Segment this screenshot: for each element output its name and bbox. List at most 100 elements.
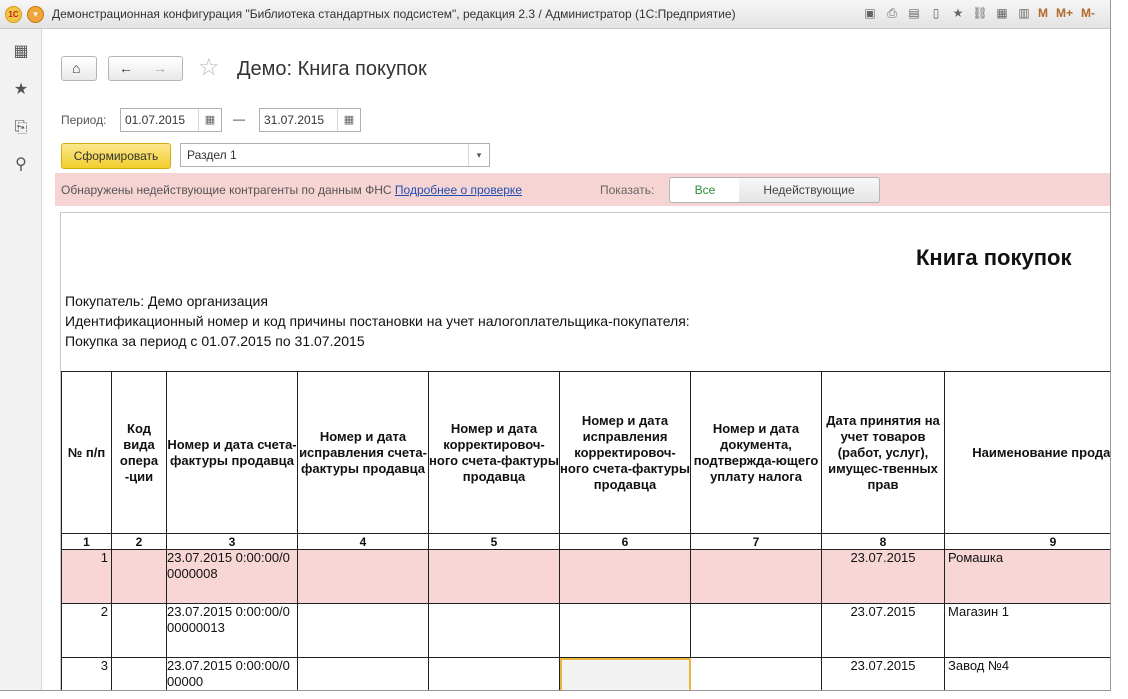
- operation-code-cell[interactable]: [111, 657, 167, 690]
- period-to-input[interactable]: 31.07.2015 ▦: [259, 108, 361, 132]
- table-cell[interactable]: [428, 603, 560, 658]
- app-window: 1С ▾ Демонстрационная конфигурация "Библ…: [0, 0, 1111, 691]
- filter-inactive-button[interactable]: Недействующие: [739, 177, 880, 203]
- seller-name-cell[interactable]: Ромашка: [944, 549, 1110, 604]
- column-header: № п/п: [61, 371, 112, 534]
- calculator-icon[interactable]: ▦: [994, 5, 1010, 21]
- inn-line: Идентификационный номер и код причины по…: [65, 313, 690, 329]
- invoice-cell[interactable]: 23.07.2015 0:00:00/000000: [166, 657, 298, 690]
- sidebar: ▦ ★ ⎘ ⚲: [0, 29, 42, 690]
- table-cell[interactable]: [690, 549, 822, 604]
- calendar-picker-icon[interactable]: ▦: [198, 109, 221, 131]
- column-number-row: 1 2 3 4 5 6 7 8 9: [61, 533, 1110, 550]
- seller-name-cell[interactable]: Завод №4: [944, 657, 1110, 690]
- table-header-row: № п/п Код вида опера -ции Номер и дата с…: [61, 371, 1110, 534]
- column-number: 3: [166, 533, 298, 550]
- period-from-value: 01.07.2015: [125, 113, 186, 127]
- memory-add-button[interactable]: M+: [1056, 5, 1073, 21]
- memory-subtract-button[interactable]: M-: [1081, 5, 1095, 21]
- apps-grid-icon[interactable]: ▦: [12, 43, 30, 61]
- column-header: Номер и дата исправления счета-фактуры п…: [297, 371, 429, 534]
- home-button[interactable]: ⌂: [61, 56, 97, 81]
- window-title: Демонстрационная конфигурация "Библиотек…: [52, 7, 736, 21]
- column-number: 4: [297, 533, 429, 550]
- warning-text-line: Обнаружены недействующие контрагенты по …: [61, 183, 522, 197]
- invoice-cell[interactable]: 23.07.2015 0:00:00/00000008: [166, 549, 298, 604]
- invoice-cell[interactable]: 23.07.2015 0:00:00/000000013: [166, 603, 298, 658]
- filter-all-button[interactable]: Все: [669, 177, 741, 203]
- warning-bar: Обнаружены недействующие контрагенты по …: [55, 173, 1110, 206]
- table-cell[interactable]: [297, 657, 429, 690]
- table-row[interactable]: 2 23.07.2015 0:00:00/000000013 23.07.201…: [61, 603, 1110, 658]
- column-header: Номер и дата счета-фактуры продавца: [166, 371, 298, 534]
- purchase-ledger-table: № п/п Код вида опера -ции Номер и дата с…: [61, 371, 1110, 690]
- operation-code-cell[interactable]: [111, 603, 167, 658]
- row-number[interactable]: 3: [61, 657, 112, 690]
- row-number[interactable]: 2: [61, 603, 112, 658]
- column-header: Номер и дата корректировоч-ного счета-фа…: [428, 371, 560, 534]
- accept-date-cell[interactable]: 23.07.2015: [821, 549, 945, 604]
- back-arrow-icon[interactable]: ←: [119, 60, 133, 76]
- warning-message: Обнаружены недействующие контрагенты по …: [61, 183, 392, 197]
- accept-date-cell[interactable]: 23.07.2015: [821, 603, 945, 658]
- chevron-down-icon[interactable]: ▾: [468, 144, 489, 166]
- history-icon[interactable]: ⎘: [12, 119, 30, 137]
- table-cell[interactable]: [690, 657, 822, 690]
- selected-cell[interactable]: [559, 657, 691, 690]
- check-details-link[interactable]: Подробнее о проверке: [395, 183, 522, 197]
- calendar-icon[interactable]: ▥: [1016, 5, 1032, 21]
- seller-name-cell[interactable]: Магазин 1: [944, 603, 1110, 658]
- title-bar: 1С ▾ Демонстрационная конфигурация "Библ…: [0, 0, 1110, 29]
- print-icon[interactable]: ⎙: [884, 5, 900, 21]
- column-number: 7: [690, 533, 822, 550]
- column-number: 6: [559, 533, 691, 550]
- table-cell[interactable]: [297, 549, 429, 604]
- table-cell[interactable]: [297, 603, 429, 658]
- period-from-input[interactable]: 01.07.2015 ▦: [120, 108, 222, 132]
- row-number[interactable]: 1: [61, 549, 112, 604]
- table-cell[interactable]: [690, 603, 822, 658]
- report-document: Книга покупок Покупатель: Демо организац…: [60, 212, 1110, 690]
- search-icon[interactable]: ⚲: [12, 156, 30, 174]
- file-icon[interactable]: ▯: [928, 5, 944, 21]
- period-to-value: 31.07.2015: [264, 113, 325, 127]
- main-menu-chevron-icon[interactable]: ▾: [27, 6, 44, 23]
- calendar-picker-icon[interactable]: ▦: [337, 109, 360, 131]
- buyer-line: Покупатель: Демо организация: [65, 293, 268, 309]
- period-label: Период:: [61, 113, 107, 127]
- favorite-add-icon[interactable]: ★: [950, 5, 966, 21]
- column-header: Номер и дата исправления корректировоч-н…: [559, 371, 691, 534]
- link-icon[interactable]: ⛓: [972, 5, 988, 21]
- table-cell[interactable]: [559, 549, 691, 604]
- favorite-star-icon[interactable]: ☆: [198, 55, 220, 81]
- column-header: Дата принятия на учет товаров (работ, ус…: [821, 371, 945, 534]
- period-line: Покупка за период с 01.07.2015 по 31.07.…: [65, 333, 365, 349]
- table-cell[interactable]: [428, 657, 560, 690]
- title-toolbar: ▣ ⎙ ▤ ▯ ★ ⛓ ▦ ▥ M M+ M-: [862, 5, 1103, 23]
- column-header: Код вида опера -ции: [111, 371, 167, 534]
- column-header: Наименование продавца: [944, 371, 1110, 534]
- operation-code-cell[interactable]: [111, 549, 167, 604]
- memory-button[interactable]: M: [1038, 5, 1048, 21]
- table-cell[interactable]: [428, 549, 560, 604]
- table-cell[interactable]: [559, 603, 691, 658]
- home-icon: ⌂: [72, 60, 81, 76]
- back-forward-group: ← →: [108, 56, 183, 81]
- column-number: 9: [944, 533, 1110, 550]
- table-row[interactable]: 3 23.07.2015 0:00:00/000000 23.07.2015 З…: [61, 657, 1110, 690]
- generate-button[interactable]: Сформировать: [61, 143, 171, 169]
- show-filter-label: Показать:: [600, 183, 655, 197]
- accept-date-cell[interactable]: 23.07.2015: [821, 657, 945, 690]
- save-icon[interactable]: ▣: [862, 5, 878, 21]
- app-logo: 1С: [5, 6, 22, 23]
- table-row[interactable]: 1 23.07.2015 0:00:00/00000008 23.07.2015…: [61, 549, 1110, 604]
- report-title: Книга покупок: [916, 245, 1072, 270]
- section-select-value: Раздел 1: [187, 148, 237, 162]
- forward-arrow-icon[interactable]: →: [153, 60, 167, 76]
- column-number: 8: [821, 533, 945, 550]
- column-number: 1: [61, 533, 112, 550]
- period-dash: —: [233, 112, 245, 126]
- favorites-star-icon[interactable]: ★: [12, 81, 30, 99]
- print-preview-icon[interactable]: ▤: [906, 5, 922, 21]
- section-select[interactable]: Раздел 1 ▾: [180, 143, 490, 167]
